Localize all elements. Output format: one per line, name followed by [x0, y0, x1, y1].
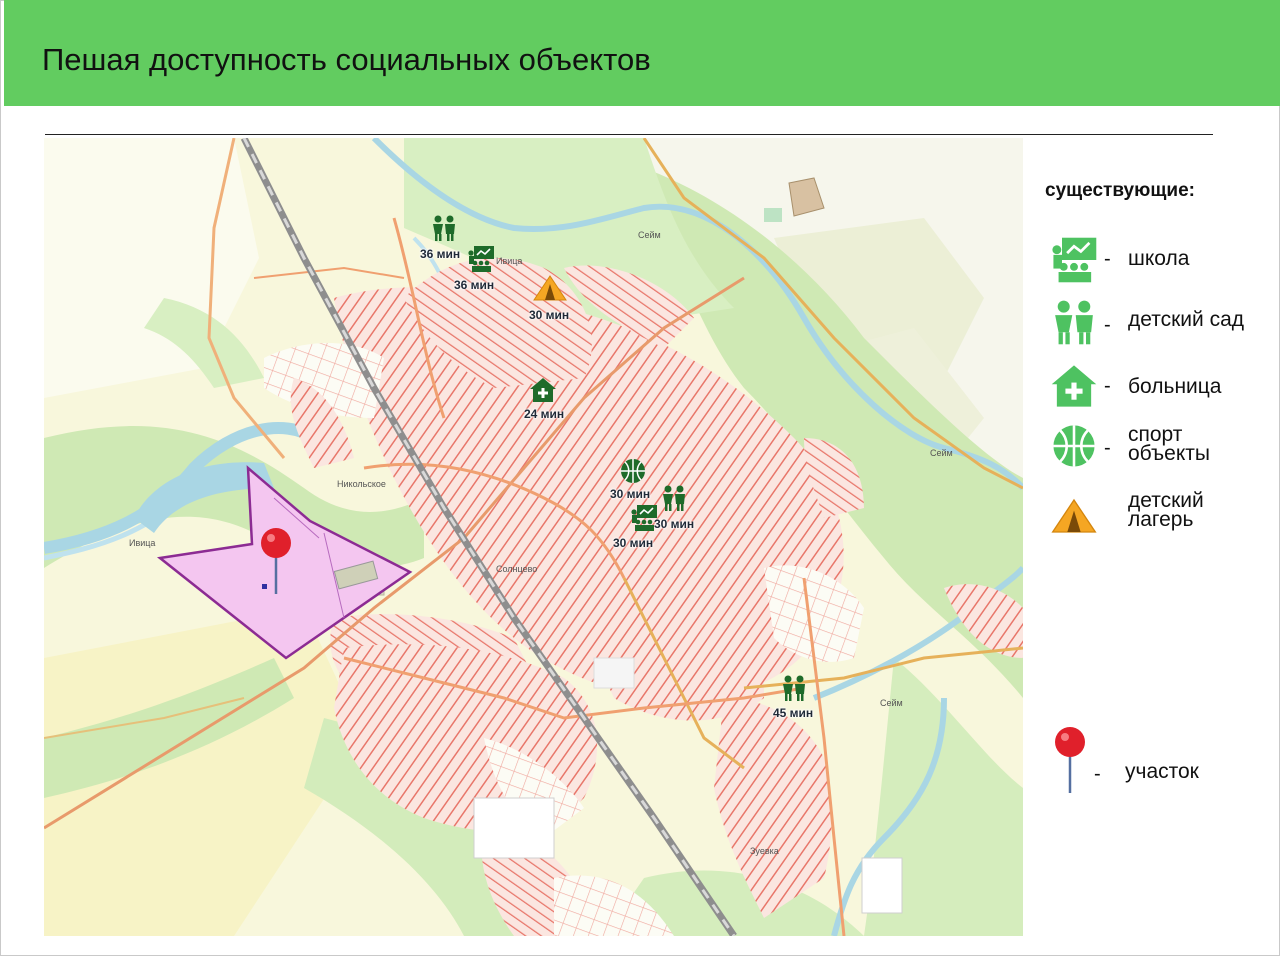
legend-label: участок	[1125, 760, 1199, 783]
pin-icon	[1055, 727, 1085, 793]
place-label-soltsevo: Солнцево	[496, 564, 538, 574]
marker-label: 36 мин	[454, 278, 495, 292]
marker-label: 30 мин	[613, 536, 654, 550]
school-icon[interactable]	[467, 245, 495, 273]
school-icon[interactable]	[630, 504, 658, 532]
kindergarten-icon[interactable]	[660, 484, 688, 512]
camp-icon[interactable]	[532, 274, 568, 302]
legend-item-camp: детский лагерь	[1050, 490, 1280, 542]
marker-label: 30 мин	[654, 517, 695, 531]
map-canvas	[44, 138, 1023, 936]
marker-label: 30 мин	[610, 487, 651, 501]
legend-label-line2: объекты	[1128, 442, 1210, 465]
camp-icon	[1051, 498, 1097, 533]
legend-dash: -	[1104, 437, 1111, 459]
legend-item-plot: - участок	[1050, 725, 1280, 797]
kindergarten-icon	[1055, 300, 1093, 345]
hospital-icon[interactable]	[529, 376, 557, 404]
legend-label: школа	[1128, 247, 1190, 270]
legend-dash: -	[1104, 314, 1111, 336]
legend-label: детский сад	[1128, 308, 1245, 331]
sport-icon[interactable]	[619, 457, 647, 485]
kindergarten-icon[interactable]	[430, 214, 458, 242]
place-label-seim-2: Сейм	[930, 448, 953, 458]
map-view[interactable]: Никольское Солнцево Зуевка Ивица Ивица С…	[44, 138, 1023, 936]
header-bar: Пешая доступность социальных объектов	[4, 0, 1280, 106]
title-divider	[45, 134, 1213, 135]
marker-label: 24 мин	[524, 407, 565, 421]
legend-dash: -	[1104, 248, 1111, 270]
marker-label: 36 мин	[420, 247, 461, 261]
legend-label-line2: лагерь	[1128, 508, 1194, 531]
legend-dash: -	[1094, 763, 1101, 785]
place-label-zuevka: Зуевка	[750, 846, 779, 856]
place-label-ivitsa-2: Ивица	[496, 256, 523, 266]
hospital-icon	[1051, 365, 1097, 407]
place-label-seim-3: Сейм	[880, 698, 903, 708]
legend-heading: существующие:	[1045, 180, 1195, 201]
pin-icon[interactable]	[258, 526, 294, 598]
legend-item-school: - школа	[1050, 236, 1280, 286]
marker-label: 30 мин	[529, 308, 570, 322]
school-icon	[1052, 237, 1097, 283]
place-label-ivitsa-1: Ивица	[129, 538, 156, 548]
legend-dash: -	[1104, 375, 1111, 397]
legend-item-sport: - спорт объекты	[1050, 422, 1280, 472]
marker-label: 45 мин	[773, 706, 814, 720]
legend-item-kindergarten: - детский сад	[1050, 298, 1280, 348]
legend: существующие: - школа - детский сад - бо…	[1030, 170, 1275, 830]
place-label-nikolskoe: Никольское	[337, 479, 386, 489]
legend-item-hospital: - больница	[1050, 362, 1280, 412]
kindergarten-icon[interactable]	[780, 674, 808, 702]
page-title: Пешая доступность социальных объектов	[42, 42, 651, 77]
place-label-seim-1: Сейм	[638, 230, 661, 240]
sport-icon	[1053, 425, 1095, 467]
legend-label: больница	[1128, 375, 1222, 398]
